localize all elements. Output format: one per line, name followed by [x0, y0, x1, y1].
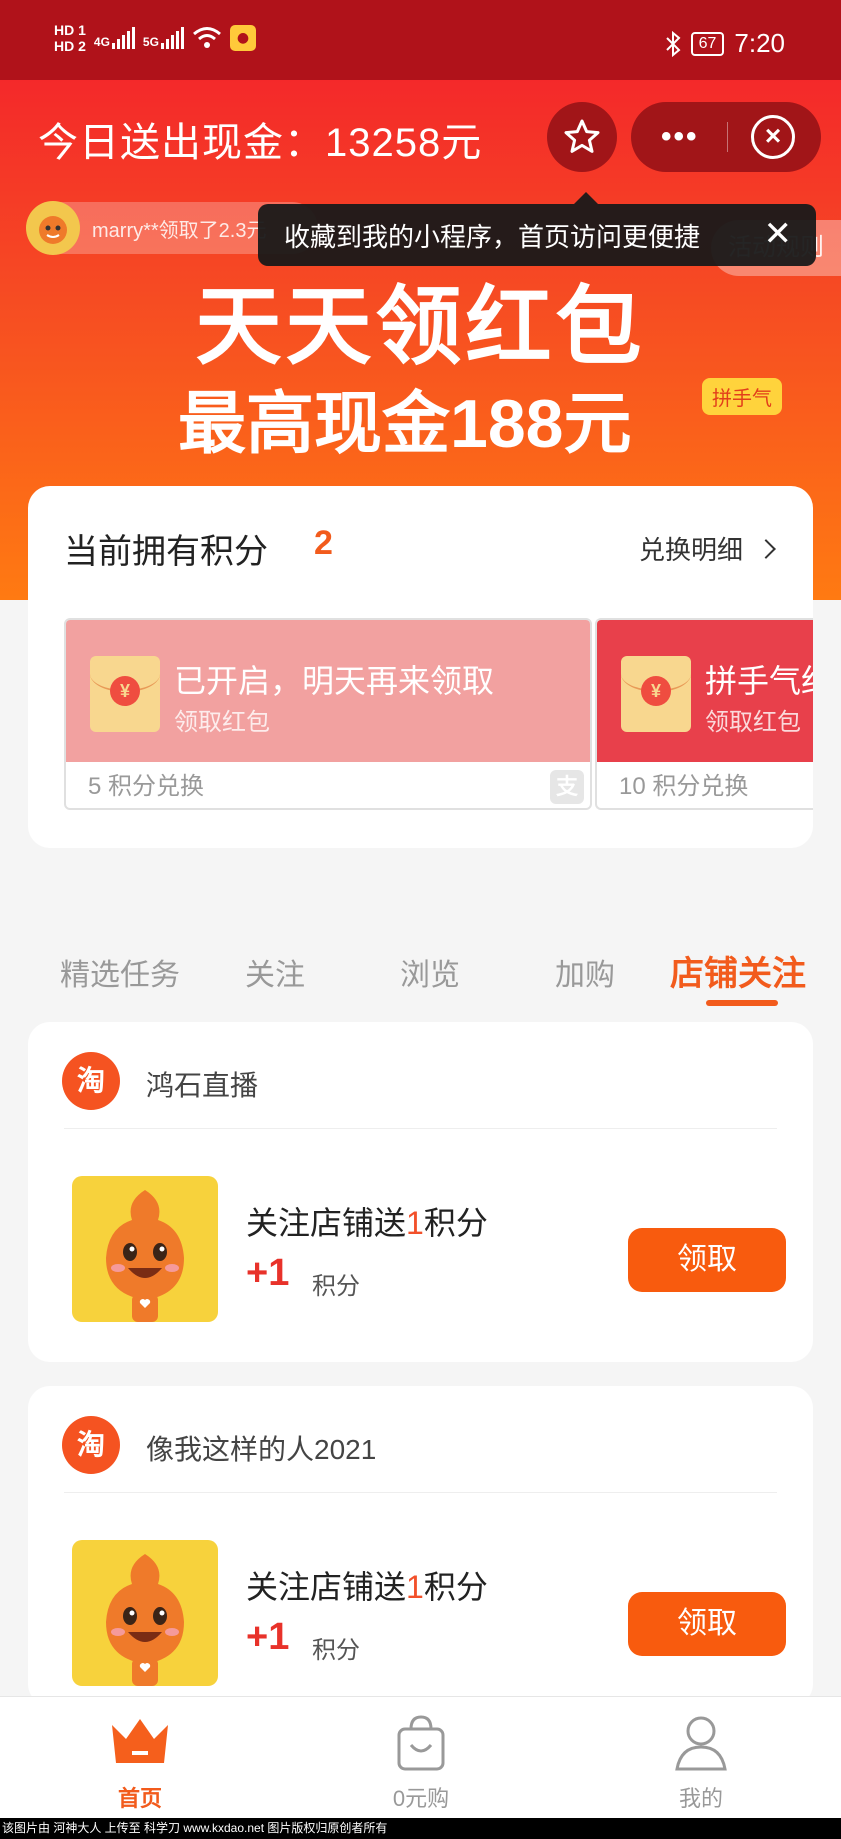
tab-featured[interactable]: 精选任务 [60, 950, 180, 994]
hd1-label: HD 1 [54, 22, 86, 38]
hero-headline: 天天领红包 [195, 279, 646, 375]
task-tabs: 精选任务 关注 浏览 加购 店铺关注 [0, 938, 841, 1008]
app-notification-icon: ● [229, 25, 256, 51]
net1-label: 4G [93, 35, 110, 49]
ticker-text: marry**领取了2.3元 [92, 219, 267, 242]
reward-points: +1 [246, 1616, 290, 1658]
task-title-num: 1 [406, 1205, 424, 1241]
divider [64, 1492, 777, 1493]
net2-label: 5G [142, 35, 159, 49]
red-packet-card[interactable]: ¥ 已开启，明天再来领取 领取红包 5 积分兑换 支 [64, 618, 592, 810]
red-packet-top: ¥ 拼手气红包 领取红包 [597, 620, 813, 762]
task-title-prefix: 关注店铺送 [246, 1569, 407, 1605]
red-packet-top: ¥ 已开启，明天再来领取 领取红包 [66, 620, 590, 762]
mascot-image [72, 1176, 218, 1322]
reward-unit: 积分 [312, 1273, 360, 1300]
task-title-num: 1 [406, 1569, 424, 1605]
more-icon[interactable]: ••• [661, 120, 699, 154]
mascot-icon [39, 216, 67, 244]
exchange-detail-label: 兑换明细 [638, 535, 743, 565]
lucky-tag: 拼手气 [702, 378, 782, 415]
status-right: 67 7:20 [665, 28, 785, 59]
shop-name: 鸿石直播 [146, 1070, 259, 1101]
hd2-label: HD 2 [54, 38, 86, 54]
tooltip-close-icon[interactable]: ✕ [764, 216, 793, 252]
star-icon [564, 119, 600, 153]
reward-unit: 积分 [312, 1637, 360, 1664]
task-card: 淘 鸿石直播 关注店铺送1积分 +1 积分 领取 [28, 1022, 813, 1362]
tab-add-cart[interactable]: 加购 [555, 950, 615, 994]
shop-row: 淘 像我这样的人2021 [62, 1416, 779, 1476]
task-title: 关注店铺送1积分 [246, 1198, 488, 1244]
red-packet-subtitle: 领取红包 [174, 709, 270, 736]
signal-4g: 4G [94, 27, 135, 49]
red-packet-title: 已开启，明天再来领取 [174, 663, 495, 699]
shop-row: 淘 鸿石直播 [62, 1052, 779, 1112]
mascot-image [72, 1540, 218, 1686]
task-title: 关注店铺送1积分 [246, 1562, 488, 1608]
battery-indicator: 67 [690, 31, 725, 56]
bluetooth-icon [665, 30, 681, 57]
nav-mine[interactable]: 我的 [601, 1697, 801, 1819]
clock: 7:20 [734, 28, 785, 58]
red-packet-cost-label: 5 积分兑换 [88, 773, 205, 800]
tab-shop-follow[interactable]: 店铺关注 [670, 946, 806, 995]
signal-icon [160, 27, 184, 49]
taobao-icon: 淘 [62, 1416, 120, 1474]
red-envelope-icon: ¥ [90, 656, 160, 732]
nav-mine-label: 我的 [678, 1786, 723, 1811]
cash-sent-title: 今日送出现金：13258元 [38, 121, 483, 165]
task-title-suffix: 积分 [423, 1205, 488, 1241]
hd-indicators: HD 1 HD 2 [54, 22, 86, 54]
red-envelope-icon: ¥ [621, 656, 691, 732]
signal-icon [111, 27, 135, 49]
task-title-prefix: 关注店铺送 [246, 1205, 407, 1241]
alipay-icon: 支 [550, 770, 584, 804]
shop-name: 像我这样的人2021 [146, 1434, 377, 1465]
crown-icon [112, 1719, 168, 1763]
red-packet-card[interactable]: ¥ 拼手气红包 领取红包 10 积分兑换 [595, 618, 813, 810]
nav-zero-buy[interactable]: 0元购 [321, 1697, 521, 1819]
divider [64, 1128, 777, 1129]
red-packet-cost: 5 积分兑换 支 [66, 762, 590, 808]
avatar [26, 201, 80, 255]
active-tab-indicator [706, 1000, 778, 1006]
user-icon [675, 1716, 727, 1771]
tab-browse[interactable]: 浏览 [400, 950, 460, 994]
points-title: 当前拥有积分 [64, 533, 268, 571]
tooltip-text: 收藏到我的小程序，首页访问更便捷 [284, 221, 701, 252]
claim-button[interactable]: 领取 [628, 1228, 786, 1292]
task-title-suffix: 积分 [423, 1569, 488, 1605]
points-count: 2 [314, 524, 333, 562]
bottom-navigation: 首页 0元购 我的 [0, 1696, 841, 1818]
mascot-icon [106, 1554, 184, 1686]
status-bar: HD 1 HD 2 4G 5G ● 67 7:20 [0, 0, 841, 80]
red-packet-title: 拼手气红包 [705, 663, 813, 699]
hero-subheadline: 最高现金188元 [178, 386, 632, 462]
chevron-right-icon [756, 538, 776, 559]
red-packet-cost-label: 10 积分兑换 [619, 773, 749, 800]
exchange-detail-link[interactable]: 兑换明细 [638, 530, 776, 567]
taobao-icon: 淘 [62, 1052, 120, 1110]
reward-points: +1 [246, 1252, 290, 1294]
watermark-text: 该图片由 河神大人 上传至 科学刀 www.kxdao.net 图片版权归原创者… [0, 1818, 841, 1839]
nav-home[interactable]: 首页 [40, 1697, 240, 1819]
favorite-button[interactable] [547, 102, 617, 172]
claim-button[interactable]: 领取 [628, 1592, 786, 1656]
status-left: HD 1 HD 2 4G 5G ● [54, 22, 256, 54]
nav-home-label: 首页 [117, 1786, 162, 1811]
miniprogram-capsule: ••• × [631, 102, 821, 172]
red-packet-cost: 10 积分兑换 [597, 762, 813, 808]
signal-5g: 5G [143, 27, 184, 49]
points-card: 当前拥有积分 2 兑换明细 ¥ 已开启，明天再来领取 领取红包 5 积分兑换 支… [28, 486, 813, 848]
tab-follow[interactable]: 关注 [245, 950, 305, 994]
capsule-divider [727, 122, 728, 152]
wifi-icon [192, 27, 221, 48]
nav-zero-buy-label: 0元购 [392, 1786, 450, 1811]
red-packet-subtitle: 领取红包 [705, 709, 801, 736]
shopping-bag-icon [397, 1715, 445, 1771]
task-card: 淘 像我这样的人2021 关注店铺送1积分 +1 积分 领取 [28, 1386, 813, 1706]
mascot-icon [106, 1190, 184, 1322]
close-icon[interactable]: × [751, 115, 795, 159]
